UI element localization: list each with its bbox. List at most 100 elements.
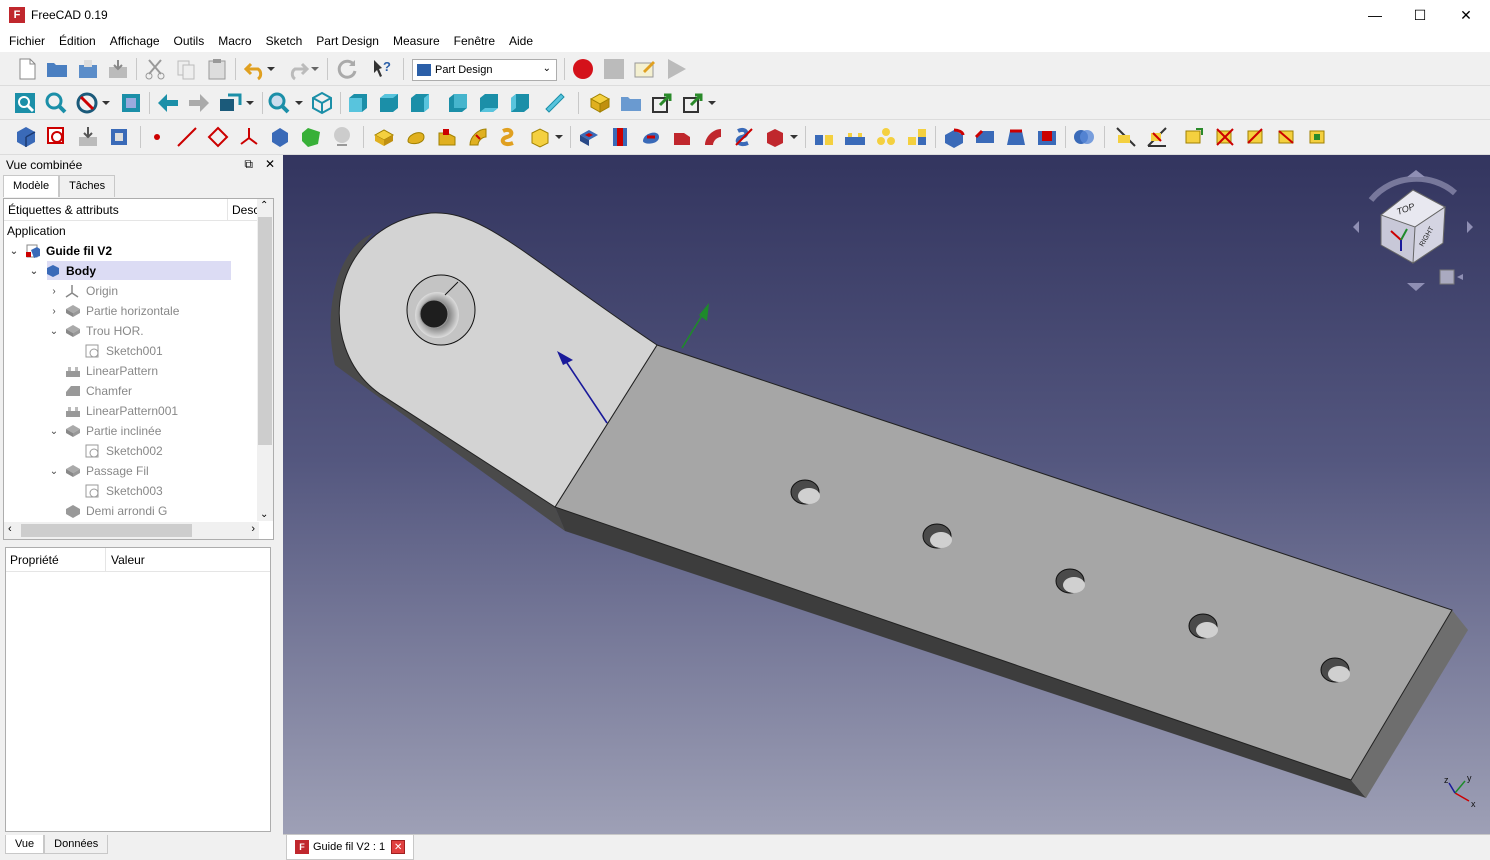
cut-icon[interactable] bbox=[143, 57, 167, 81]
fit-selection-icon[interactable] bbox=[44, 91, 68, 115]
navigation-cube[interactable]: TOP RIGHT bbox=[1353, 170, 1473, 291]
tree-item-document[interactable]: ⌄ Guide fil V2 bbox=[7, 241, 112, 261]
back-arrow-icon[interactable] bbox=[156, 91, 180, 115]
pocket-icon[interactable] bbox=[577, 125, 601, 149]
expand-chevron-icon[interactable]: ⌄ bbox=[47, 426, 61, 437]
redo-dropdown-icon[interactable] bbox=[308, 57, 322, 81]
groove-icon[interactable] bbox=[639, 125, 663, 149]
link-actions-icon[interactable] bbox=[681, 91, 705, 115]
sub-shape-binder-icon[interactable] bbox=[299, 125, 323, 149]
bounding-box-icon[interactable] bbox=[119, 91, 143, 115]
tree-header-labels[interactable]: Étiquettes & attributs bbox=[4, 199, 228, 220]
zoom-dropdown-icon[interactable] bbox=[292, 91, 306, 115]
expand-chevron-icon[interactable]: ⌄ bbox=[7, 246, 21, 257]
tree-item-partie-horizontale[interactable]: › Partie horizontale bbox=[47, 301, 179, 321]
local-coordinate-system-icon[interactable] bbox=[237, 125, 261, 149]
expand-chevron-icon[interactable]: ⌄ bbox=[27, 266, 41, 277]
draft-icon[interactable] bbox=[1004, 125, 1028, 149]
bottom-view-icon[interactable] bbox=[477, 91, 501, 115]
part-model[interactable]: TOP RIGHT z y x bbox=[283, 155, 1490, 834]
redo-icon[interactable] bbox=[286, 57, 310, 81]
paste-icon[interactable] bbox=[205, 57, 229, 81]
menu-part-design[interactable]: Part Design bbox=[309, 34, 386, 48]
tree-item-chamfer[interactable]: Chamfer bbox=[47, 381, 132, 401]
fit-all-icon[interactable] bbox=[13, 91, 37, 115]
collapsed-chevron-icon[interactable]: › bbox=[47, 286, 61, 297]
isometric-view-icon[interactable] bbox=[310, 91, 334, 115]
panel-close-icon[interactable]: ✕ bbox=[265, 157, 275, 172]
tab-modele[interactable]: Modèle bbox=[3, 175, 60, 197]
scrollbar-thumb[interactable] bbox=[258, 217, 272, 445]
make-link-icon[interactable] bbox=[650, 91, 674, 115]
top-view-icon[interactable] bbox=[377, 91, 401, 115]
document-tab[interactable]: F Guide fil V2 : 1 ✕ bbox=[286, 835, 415, 860]
sync-view-dropdown-icon[interactable] bbox=[243, 91, 257, 115]
tree-item-sketch002[interactable]: Sketch002 bbox=[67, 441, 163, 461]
chamfer-icon[interactable] bbox=[973, 125, 997, 149]
maximize-button[interactable]: ☐ bbox=[1397, 0, 1443, 30]
tree-item-body[interactable]: ⌄ Body bbox=[27, 261, 96, 281]
menu-sketch[interactable]: Sketch bbox=[259, 34, 310, 48]
measure-linear-icon[interactable] bbox=[1114, 125, 1138, 149]
draw-style-icon[interactable] bbox=[75, 91, 99, 115]
subtractive-primitive-icon[interactable] bbox=[763, 125, 787, 149]
measure-toggle-all-icon[interactable] bbox=[1244, 125, 1268, 149]
menu-aide[interactable]: Aide bbox=[502, 34, 540, 48]
expand-chevron-icon[interactable]: ⌄ bbox=[47, 466, 61, 477]
tree-item-application[interactable]: Application bbox=[7, 221, 66, 241]
property-column-header[interactable]: Propriété bbox=[6, 548, 106, 571]
subtractive-pipe-icon[interactable] bbox=[701, 125, 725, 149]
scroll-right-icon[interactable]: › bbox=[251, 523, 255, 535]
tab-vue[interactable]: Vue bbox=[5, 835, 45, 854]
create-body-icon[interactable] bbox=[14, 125, 38, 149]
save-icon[interactable] bbox=[76, 57, 100, 81]
revolution-icon[interactable] bbox=[404, 125, 428, 149]
macro-stop-icon[interactable] bbox=[602, 57, 626, 81]
tree-header-desc[interactable]: Desc bbox=[228, 203, 259, 217]
sync-view-icon[interactable] bbox=[218, 91, 242, 115]
additive-pipe-icon[interactable] bbox=[466, 125, 490, 149]
datum-point-icon[interactable] bbox=[145, 125, 169, 149]
forward-arrow-icon[interactable] bbox=[187, 91, 211, 115]
measure-angular-icon[interactable] bbox=[1145, 125, 1169, 149]
tree-item-trou-hor[interactable]: ⌄ Trou HOR. bbox=[47, 321, 144, 341]
menu-macro[interactable]: Macro bbox=[211, 34, 258, 48]
tab-donnees[interactable]: Données bbox=[44, 835, 109, 854]
draw-style-dropdown-icon[interactable] bbox=[99, 91, 113, 115]
open-folder-icon[interactable] bbox=[45, 57, 69, 81]
measure-toggle-3d-icon[interactable] bbox=[1275, 125, 1299, 149]
save-as-icon[interactable] bbox=[106, 57, 130, 81]
menu-outils[interactable]: Outils bbox=[167, 34, 212, 48]
datum-line-icon[interactable] bbox=[175, 125, 199, 149]
scroll-up-icon[interactable]: ⌃ bbox=[260, 200, 268, 211]
polar-pattern-icon[interactable] bbox=[874, 125, 898, 149]
macro-record-icon[interactable] bbox=[571, 57, 595, 81]
undo-dropdown-icon[interactable] bbox=[264, 57, 278, 81]
right-view-icon[interactable] bbox=[408, 91, 432, 115]
3d-viewport[interactable]: TOP RIGHT z y x bbox=[283, 155, 1490, 834]
close-button[interactable]: ✕ bbox=[1443, 0, 1489, 30]
close-tab-icon[interactable]: ✕ bbox=[391, 840, 406, 854]
pad-icon[interactable] bbox=[372, 125, 396, 149]
workbench-selector[interactable]: Part Design ⌄ bbox=[412, 59, 557, 81]
subtractive-primitive-dropdown-icon[interactable] bbox=[787, 125, 801, 149]
zoom-icon[interactable] bbox=[267, 91, 291, 115]
measure-distance-icon[interactable] bbox=[543, 91, 567, 115]
front-view-icon[interactable] bbox=[346, 91, 370, 115]
thickness-icon[interactable] bbox=[1035, 125, 1059, 149]
additive-primitive-icon[interactable] bbox=[528, 125, 552, 149]
subtractive-loft-icon[interactable] bbox=[670, 125, 694, 149]
multi-transform-icon[interactable] bbox=[905, 125, 929, 149]
mirrored-icon[interactable] bbox=[812, 125, 836, 149]
macro-execute-icon[interactable] bbox=[664, 57, 688, 81]
menu-edition[interactable]: Édition bbox=[52, 34, 103, 48]
additive-loft-icon[interactable] bbox=[435, 125, 459, 149]
linear-pattern-icon[interactable] bbox=[843, 125, 867, 149]
tree-item-linearpattern[interactable]: LinearPattern bbox=[47, 361, 158, 381]
expand-chevron-icon[interactable]: ⌄ bbox=[47, 326, 61, 337]
macro-edit-icon[interactable] bbox=[633, 57, 657, 81]
clone-icon[interactable] bbox=[330, 125, 354, 149]
menu-affichage[interactable]: Affichage bbox=[103, 34, 167, 48]
validate-sketch-icon[interactable] bbox=[76, 125, 100, 149]
tree-item-passage-fil[interactable]: ⌄ Passage Fil bbox=[47, 461, 149, 481]
